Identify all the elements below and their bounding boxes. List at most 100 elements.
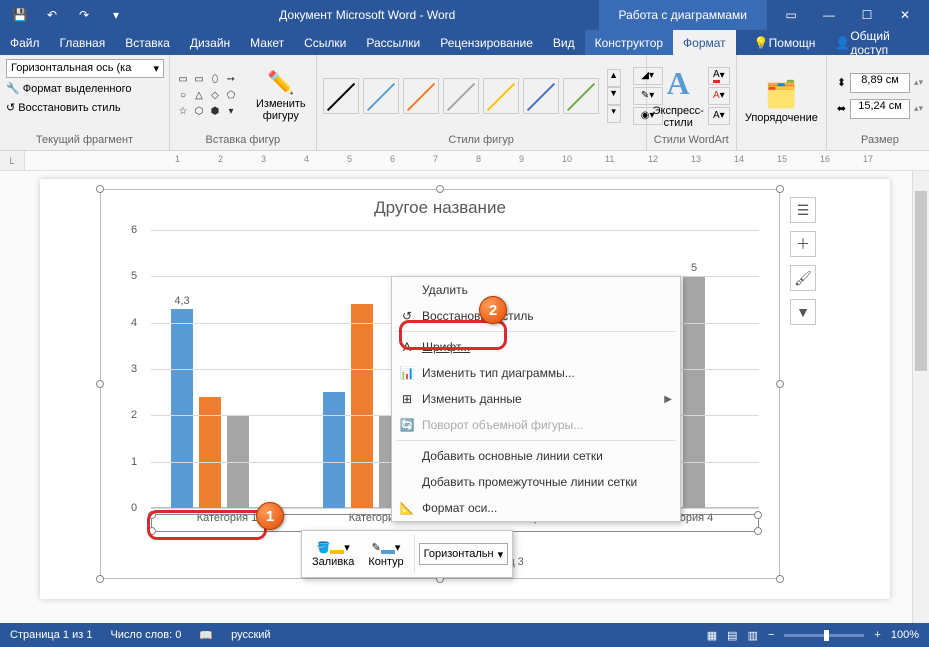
group-label-shape-styles: Стили фигур bbox=[323, 132, 640, 146]
resize-handle[interactable] bbox=[96, 380, 104, 388]
arrange-label: Упорядочение bbox=[745, 112, 818, 124]
chart-element-selector[interactable]: Горизонтальная ось (ка▾ bbox=[6, 59, 164, 78]
mini-axis-select[interactable]: Горизонтальн▾ bbox=[419, 543, 509, 565]
reset-style-label: Восстановить стиль bbox=[18, 102, 120, 114]
ctx-add-minor-gridlines[interactable]: Добавить промежуточные линии сетки bbox=[392, 469, 680, 495]
spinner-icon[interactable]: ▴▾ bbox=[914, 103, 923, 114]
tab-layout[interactable]: Макет bbox=[240, 30, 294, 55]
close-icon[interactable]: ✕ bbox=[895, 5, 915, 25]
tab-review[interactable]: Рецензирование bbox=[430, 30, 543, 55]
horizontal-ruler[interactable]: 1234567891011121314151617 bbox=[25, 151, 929, 170]
spinner-icon[interactable]: ▴▾ bbox=[914, 77, 923, 88]
ruler: L 1234567891011121314151617 bbox=[0, 151, 929, 171]
layout-options-button[interactable]: ☰ bbox=[790, 197, 816, 223]
save-icon[interactable]: 💾 bbox=[10, 5, 30, 25]
view-web-icon[interactable]: ▥ bbox=[748, 629, 758, 642]
view-print-icon[interactable]: ▤ bbox=[727, 629, 737, 642]
data-icon: ⊞ bbox=[398, 392, 416, 406]
chart-object[interactable]: Другое название 4,334,55 0123456 Категор… bbox=[100, 189, 780, 579]
wordart-quick-styles[interactable]: A Экспресс- стили bbox=[653, 63, 704, 129]
ruler-corner: L bbox=[0, 151, 25, 170]
format-selection-button[interactable]: 🔧 Формат выделенного bbox=[6, 80, 132, 97]
bar[interactable] bbox=[683, 276, 705, 508]
tab-constructor[interactable]: Конструктор bbox=[585, 30, 673, 55]
ctx-label: Поворот объемной фигуры... bbox=[422, 418, 583, 432]
tab-file[interactable]: Файл bbox=[0, 30, 50, 55]
context-menu: Удалить ↺Восстановить стиль AШрифт... 📊И… bbox=[391, 276, 681, 522]
height-input[interactable]: 8,89 см bbox=[850, 73, 910, 93]
resize-handle[interactable] bbox=[776, 185, 784, 193]
arrange-button[interactable]: 🗂️ Упорядочение bbox=[737, 77, 826, 126]
vertical-scrollbar[interactable] bbox=[912, 171, 929, 623]
ctx-font[interactable]: AШрифт... bbox=[392, 334, 680, 360]
ctx-change-chart-type[interactable]: 📊Изменить тип диаграммы... bbox=[392, 360, 680, 386]
zoom-level[interactable]: 100% bbox=[891, 629, 919, 641]
change-shape-icon: ✏️ bbox=[267, 70, 294, 96]
status-language[interactable]: русский bbox=[231, 629, 270, 641]
callout-1: 1 bbox=[256, 502, 284, 530]
resize-handle[interactable] bbox=[776, 380, 784, 388]
maximize-icon[interactable]: ☐ bbox=[857, 5, 877, 25]
proofing-icon[interactable]: 📖 bbox=[199, 629, 213, 642]
y-tick-label: 1 bbox=[131, 456, 137, 468]
resize-handle[interactable] bbox=[436, 185, 444, 193]
ctx-delete[interactable]: Удалить bbox=[392, 277, 680, 303]
zoom-slider[interactable] bbox=[784, 634, 864, 637]
ctx-change-data[interactable]: ⊞Изменить данные▶ bbox=[392, 386, 680, 412]
tab-references[interactable]: Ссылки bbox=[294, 30, 356, 55]
tab-format[interactable]: Формат bbox=[673, 30, 736, 55]
status-page[interactable]: Страница 1 из 1 bbox=[10, 629, 92, 641]
mini-outline-button[interactable]: ✎▾ Контур bbox=[362, 539, 409, 570]
y-tick-label: 0 bbox=[131, 502, 137, 514]
bar[interactable] bbox=[351, 304, 373, 508]
shape-style-gallery[interactable] bbox=[323, 78, 599, 114]
text-outline-button[interactable]: A▾ bbox=[708, 87, 730, 105]
tab-help[interactable]: 💡 Помощн bbox=[744, 30, 826, 55]
bar[interactable] bbox=[171, 309, 193, 508]
bar[interactable] bbox=[323, 392, 345, 508]
zoom-in-icon[interactable]: + bbox=[874, 629, 880, 641]
redo-icon[interactable]: ↷ bbox=[74, 5, 94, 25]
resize-handle[interactable] bbox=[776, 575, 784, 583]
tab-share[interactable]: 👤 Общий доступ bbox=[825, 30, 921, 55]
ctx-add-major-gridlines[interactable]: Добавить основные линии сетки bbox=[392, 443, 680, 469]
tab-mailings[interactable]: Рассылки bbox=[356, 30, 430, 55]
width-input[interactable]: 15,24 см bbox=[850, 99, 910, 119]
scrollbar-thumb[interactable] bbox=[915, 191, 927, 371]
reset-style-button[interactable]: ↺ Восстановить стиль bbox=[6, 99, 121, 116]
gallery-scroll[interactable]: ▲ ▼ ▾ bbox=[607, 69, 621, 123]
mini-fill-button[interactable]: 🪣▾ Заливка bbox=[306, 539, 360, 570]
wordart-express-label: Экспресс- стили bbox=[653, 105, 704, 129]
view-read-icon[interactable]: ▦ bbox=[707, 629, 717, 642]
y-tick-label: 4 bbox=[131, 317, 137, 329]
ctx-axis-format[interactable]: 📐Формат оси... bbox=[392, 495, 680, 521]
shape-gallery[interactable]: ▭▭⬯➙ ○△◇⬠ ☆⬡⬢▾ bbox=[176, 73, 246, 119]
resize-handle[interactable] bbox=[96, 185, 104, 193]
chart-styles-button[interactable]: 🖌 bbox=[790, 265, 816, 291]
page: Другое название 4,334,55 0123456 Категор… bbox=[40, 179, 890, 599]
ctx-reset-style[interactable]: ↺Восстановить стиль bbox=[392, 303, 680, 329]
undo-icon[interactable]: ↶ bbox=[42, 5, 62, 25]
text-fill-button[interactable]: A▾ bbox=[708, 67, 730, 85]
tab-design[interactable]: Дизайн bbox=[180, 30, 240, 55]
document-area[interactable]: Другое название 4,334,55 0123456 Категор… bbox=[0, 171, 929, 623]
ribbon-options-icon[interactable]: ▭ bbox=[781, 5, 801, 25]
qat-dropdown-icon[interactable]: ▾ bbox=[106, 5, 126, 25]
tab-view[interactable]: Вид bbox=[543, 30, 585, 55]
width-icon: ⬌ bbox=[837, 102, 846, 115]
zoom-out-icon[interactable]: − bbox=[768, 629, 774, 641]
minimize-icon[interactable]: — bbox=[819, 5, 839, 25]
resize-handle[interactable] bbox=[96, 575, 104, 583]
bar[interactable] bbox=[199, 397, 221, 508]
status-words[interactable]: Число слов: 0 bbox=[110, 629, 181, 641]
tab-home[interactable]: Главная bbox=[50, 30, 116, 55]
text-effects-button[interactable]: A▾ bbox=[708, 107, 730, 125]
ribbon-tabs: Файл Главная Вставка Дизайн Макет Ссылки… bbox=[0, 30, 929, 55]
y-tick-label: 2 bbox=[131, 409, 137, 421]
change-shape-button[interactable]: ✏️ Изменить фигуру bbox=[252, 68, 310, 124]
chart-filters-button[interactable]: ▼ bbox=[790, 299, 816, 325]
chart-elements-button[interactable]: ＋ bbox=[790, 231, 816, 257]
chart-title[interactable]: Другое название bbox=[101, 190, 779, 226]
tab-insert[interactable]: Вставка bbox=[115, 30, 180, 55]
ctx-label: Изменить данные bbox=[422, 392, 522, 406]
